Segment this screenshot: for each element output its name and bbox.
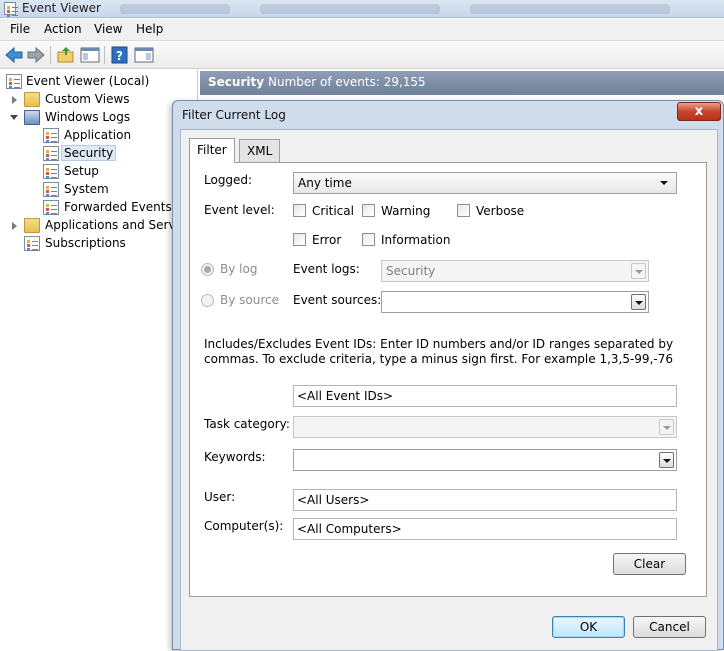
computer-input[interactable]: <All Computers> xyxy=(293,518,677,540)
close-icon: x xyxy=(694,104,704,119)
event-logs-label: Event logs: xyxy=(293,262,360,276)
clear-button[interactable]: Clear xyxy=(613,553,686,575)
event-ids-description: Includes/Excludes Event IDs: Enter ID nu… xyxy=(204,337,674,366)
keywords-label: Keywords: xyxy=(204,450,266,464)
log-icon xyxy=(43,164,59,179)
show-hide-action-pane-icon[interactable] xyxy=(133,45,155,65)
chevron-down-icon xyxy=(659,419,674,435)
cancel-button[interactable]: Cancel xyxy=(633,616,706,638)
svg-text:?: ? xyxy=(116,49,123,63)
background-blur xyxy=(470,4,670,14)
tree-item-forwarded-events[interactable]: Forwarded Events xyxy=(0,199,198,217)
filter-dialog: Filter Current Log x Filter XML Logged: … xyxy=(172,100,724,651)
task-category-dropdown[interactable] xyxy=(293,416,677,438)
folder-icon xyxy=(24,92,40,107)
logged-dropdown[interactable]: Any time xyxy=(293,172,677,194)
computer-label: Computer(s): xyxy=(204,519,284,533)
log-icon xyxy=(43,128,59,143)
dialog-title: Filter Current Log xyxy=(182,108,286,122)
tree-item-root[interactable]: Event Viewer (Local) xyxy=(0,73,198,91)
background-blur xyxy=(260,4,440,14)
back-arrow-icon[interactable] xyxy=(3,45,25,65)
event-level-label: Event level: xyxy=(204,203,275,217)
up-folder-icon[interactable] xyxy=(55,45,77,65)
event-viewer-icon xyxy=(6,74,22,89)
by-source-label: By source xyxy=(220,293,279,307)
tree-item-system[interactable]: System xyxy=(0,181,198,199)
menu-view[interactable]: View xyxy=(94,22,122,36)
collapse-arrow-icon[interactable] xyxy=(10,115,18,120)
menu-bar: File Action View Help xyxy=(0,19,724,41)
navigation-tree: Event Viewer (Local) Custom Views Window… xyxy=(0,70,198,650)
error-label: Error xyxy=(312,233,342,247)
event-logs-dropdown[interactable]: Security xyxy=(381,260,649,282)
close-button[interactable]: x xyxy=(677,102,721,121)
log-pane-header: Security Number of events: 29,155 xyxy=(200,71,724,95)
filter-tab-panel: Logged: Any time Event level: Critical W… xyxy=(189,162,707,597)
tree-item-application[interactable]: Application xyxy=(0,127,198,145)
subscriptions-icon xyxy=(24,236,40,251)
dialog-body: Filter XML Logged: Any time Event level:… xyxy=(180,129,718,651)
windows-logs-icon xyxy=(24,110,40,125)
verbose-label: Verbose xyxy=(476,204,525,218)
event-count: Number of events: 29,155 xyxy=(268,75,426,89)
menu-action[interactable]: Action xyxy=(44,22,82,36)
by-log-radio[interactable] xyxy=(201,263,214,276)
help-icon[interactable]: ? xyxy=(109,45,131,65)
toolbar: ? xyxy=(0,41,724,69)
tree-item-windows-logs[interactable]: Windows Logs xyxy=(0,109,198,127)
log-icon xyxy=(43,200,59,215)
warning-checkbox[interactable] xyxy=(362,204,375,217)
show-hide-tree-icon[interactable] xyxy=(79,45,101,65)
background-blur xyxy=(120,4,230,14)
warning-label: Warning xyxy=(381,204,431,218)
log-icon xyxy=(43,146,59,161)
critical-label: Critical xyxy=(312,204,354,218)
by-log-label: By log xyxy=(220,262,258,276)
menu-help[interactable]: Help xyxy=(136,22,163,36)
information-label: Information xyxy=(381,233,451,247)
tree-item-security[interactable]: Security xyxy=(0,145,198,163)
information-checkbox[interactable] xyxy=(362,233,375,246)
folder-icon xyxy=(24,218,40,233)
task-category-label: Task category: xyxy=(204,417,290,431)
logged-label: Logged: xyxy=(204,173,253,187)
chevron-down-icon xyxy=(631,263,646,279)
tree-item-applications-and-services[interactable]: Applications and Services xyxy=(0,217,198,235)
tree-item-subscriptions[interactable]: Subscriptions xyxy=(0,235,198,253)
event-logs-value: Security xyxy=(386,264,436,278)
event-ids-input[interactable]: <All Event IDs> xyxy=(293,385,677,407)
by-source-radio[interactable] xyxy=(201,294,214,307)
expand-arrow-icon[interactable] xyxy=(12,222,17,230)
chevron-down-icon xyxy=(657,175,672,191)
log-icon xyxy=(43,182,59,197)
window-title: Event Viewer xyxy=(22,1,101,15)
ok-button[interactable]: OK xyxy=(552,616,625,638)
logged-value: Any time xyxy=(298,176,352,190)
keywords-dropdown[interactable] xyxy=(293,449,677,471)
event-sources-dropdown[interactable] xyxy=(381,291,649,313)
chevron-down-icon xyxy=(631,294,646,310)
forward-arrow-icon[interactable] xyxy=(25,45,47,65)
tab-xml[interactable]: XML xyxy=(239,139,281,162)
verbose-checkbox[interactable] xyxy=(457,204,470,217)
event-sources-label: Event sources: xyxy=(293,293,382,307)
critical-checkbox[interactable] xyxy=(293,204,306,217)
menu-file[interactable]: File xyxy=(10,22,30,36)
toolbar-separator xyxy=(104,46,105,64)
error-checkbox[interactable] xyxy=(293,233,306,246)
user-label: User: xyxy=(204,490,236,504)
tree-item-setup[interactable]: Setup xyxy=(0,163,198,181)
event-viewer-app-icon xyxy=(4,2,18,15)
log-pane-title: Security xyxy=(208,75,265,89)
tree-item-custom-views[interactable]: Custom Views xyxy=(0,91,198,109)
expand-arrow-icon[interactable] xyxy=(12,96,17,104)
toolbar-separator xyxy=(50,46,51,64)
user-input[interactable]: <All Users> xyxy=(293,489,677,511)
chevron-down-icon xyxy=(659,452,674,468)
tab-filter[interactable]: Filter xyxy=(189,138,235,163)
window-titlebar: Event Viewer xyxy=(0,0,724,18)
